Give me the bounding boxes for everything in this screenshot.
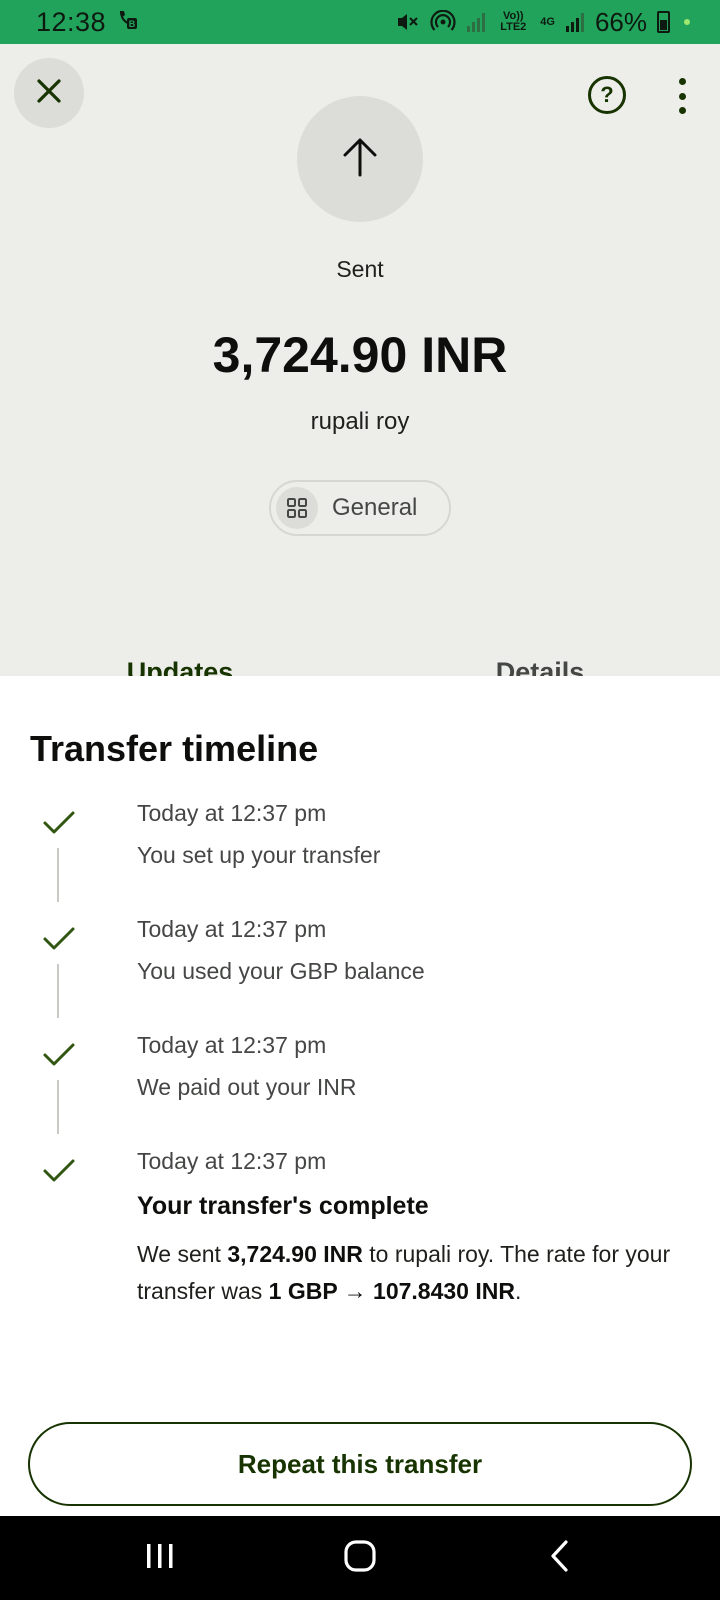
timeline-description: We paid out your INR xyxy=(137,1074,357,1100)
back-icon xyxy=(548,1539,572,1578)
whatsapp-business-icon: B xyxy=(116,8,138,36)
sent-amount: 3,724.90 INR xyxy=(227,1241,363,1267)
recent-apps-button[interactable] xyxy=(120,1528,200,1588)
recent-apps-icon xyxy=(144,1541,176,1576)
mute-icon xyxy=(396,11,420,33)
check-icon xyxy=(42,926,76,952)
recipient-name: rupali roy xyxy=(310,408,410,435)
status-bar: 12:38 B Vo)) LTE2 4G 66% xyxy=(0,0,720,44)
volte-icon: Vo)) LTE2 xyxy=(500,10,527,33)
timeline-summary: We sent 3,724.90 INR to rupali roy. The … xyxy=(137,1241,671,1304)
check-icon xyxy=(42,1042,76,1068)
home-button[interactable] xyxy=(320,1528,400,1588)
timeline-description: You set up your transfer xyxy=(137,842,381,868)
timeline-item: Today at 12:37 pm You set up your transf… xyxy=(0,792,720,908)
help-button[interactable]: ? xyxy=(588,76,626,114)
check-icon xyxy=(42,1158,76,1184)
grid-icon xyxy=(276,487,318,529)
home-icon xyxy=(343,1539,377,1578)
updates-panel: Transfer timeline Today at 12:37 pm You … xyxy=(0,676,720,1516)
transfer-amount: 3,724.90 INR xyxy=(212,327,508,383)
close-icon xyxy=(34,76,64,111)
repeat-transfer-button[interactable]: Repeat this transfer xyxy=(28,1422,692,1506)
timeline-item-complete: Today at 12:37 pm Your transfer's comple… xyxy=(0,1140,720,1340)
timeline-description: You used your GBP balance xyxy=(137,958,425,984)
4g-icon: 4G xyxy=(540,15,555,28)
charging-dot-icon xyxy=(684,19,690,25)
system-nav-bar xyxy=(0,1516,720,1600)
close-button[interactable] xyxy=(14,58,84,128)
timeline-heading: Your transfer's complete xyxy=(137,1192,429,1220)
category-chip[interactable]: General xyxy=(269,480,451,536)
more-options-button[interactable] xyxy=(664,74,700,118)
svg-text:B: B xyxy=(129,19,136,29)
back-button[interactable] xyxy=(520,1528,600,1588)
transfer-header: ? Sent 3,724.90 INR rupali roy General U… xyxy=(0,44,720,720)
arrow-up-icon xyxy=(340,135,380,184)
category-label: General xyxy=(332,494,418,521)
status-icons: Vo)) LTE2 4G 66% xyxy=(396,7,690,38)
signal-icon xyxy=(466,11,486,33)
hotspot-icon xyxy=(430,10,456,34)
timeline-time: Today at 12:37 pm xyxy=(137,800,327,826)
help-icon: ? xyxy=(600,82,614,107)
timeline-time: Today at 12:37 pm xyxy=(137,1032,327,1058)
exchange-rate: 1 GBP → 107.8430 INR xyxy=(268,1278,515,1304)
transfer-status-label: Sent xyxy=(336,256,384,282)
timeline-connector xyxy=(57,1080,59,1134)
timeline-connector xyxy=(57,848,59,902)
more-vertical-icon xyxy=(678,78,686,85)
transfer-status-icon-circle xyxy=(297,96,423,222)
timeline-time: Today at 12:37 pm xyxy=(137,1148,327,1174)
battery-percent: 66% xyxy=(594,6,647,37)
timeline-item: Today at 12:37 pm You used your GBP bala… xyxy=(0,908,720,1024)
timeline-connector xyxy=(57,964,59,1018)
timeline-item: Today at 12:37 pm We paid out your INR xyxy=(0,1024,720,1140)
status-time: 12:38 xyxy=(36,6,107,37)
check-icon xyxy=(42,810,76,836)
signal-icon-2 xyxy=(565,11,585,33)
transfer-timeline: Today at 12:37 pm You set up your transf… xyxy=(0,792,720,1340)
timeline-time: Today at 12:37 pm xyxy=(137,916,327,942)
timeline-title: Transfer timeline xyxy=(30,728,319,769)
battery-icon xyxy=(657,11,670,33)
